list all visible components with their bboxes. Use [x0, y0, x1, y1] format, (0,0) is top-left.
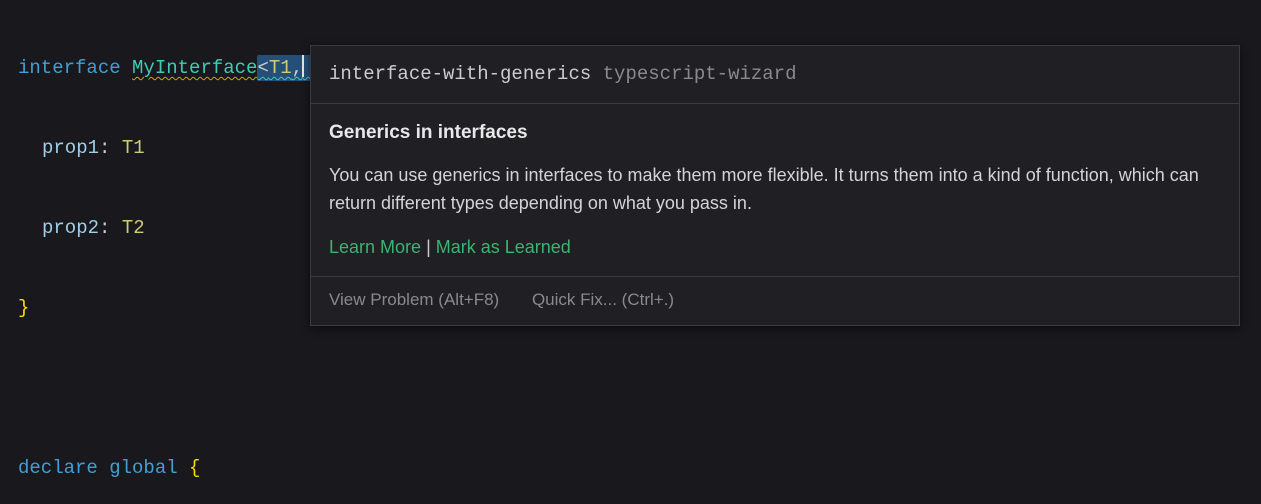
hover-paragraph: You can use generics in interfaces to ma…: [329, 162, 1221, 218]
keyword-interface: interface: [18, 57, 132, 79]
mark-as-learned-link[interactable]: Mark as Learned: [436, 237, 571, 257]
code-line-6[interactable]: declare global {: [18, 448, 1261, 488]
view-problem-action[interactable]: View Problem (Alt+F8): [329, 290, 499, 309]
hover-actions: View Problem (Alt+F8) Quick Fix... (Ctrl…: [311, 277, 1239, 325]
hover-body: Generics in interfaces You can use gener…: [311, 104, 1239, 276]
angle-open: <: [257, 57, 268, 79]
link-divider: |: [421, 237, 436, 257]
hover-links: Learn More | Mark as Learned: [329, 234, 1221, 262]
hover-source-text: typescript-wizard: [603, 63, 797, 85]
brace-open: {: [178, 457, 201, 479]
keyword-declare: declare: [18, 457, 109, 479]
hover-tooltip: interface-with-generics typescript-wizar…: [310, 45, 1240, 326]
colon: :: [99, 217, 122, 239]
property-type: T1: [122, 137, 145, 159]
code-blank-line[interactable]: [18, 368, 1261, 408]
property-name: prop2: [42, 217, 99, 239]
hover-title: interface-with-generics: [329, 63, 591, 85]
learn-more-link[interactable]: Learn More: [329, 237, 421, 257]
hover-header: interface-with-generics typescript-wizar…: [311, 46, 1239, 104]
hover-heading: Generics in interfaces: [329, 118, 1221, 147]
property-type: T2: [122, 217, 145, 239]
property-name: prop1: [42, 137, 99, 159]
interface-name: MyInterface: [132, 57, 257, 79]
brace-close: }: [18, 297, 29, 319]
keyword-global: global: [109, 457, 177, 479]
quick-fix-action[interactable]: Quick Fix... (Ctrl+.): [532, 290, 674, 309]
colon: :: [99, 137, 122, 159]
generic-t1: T1: [269, 57, 292, 79]
